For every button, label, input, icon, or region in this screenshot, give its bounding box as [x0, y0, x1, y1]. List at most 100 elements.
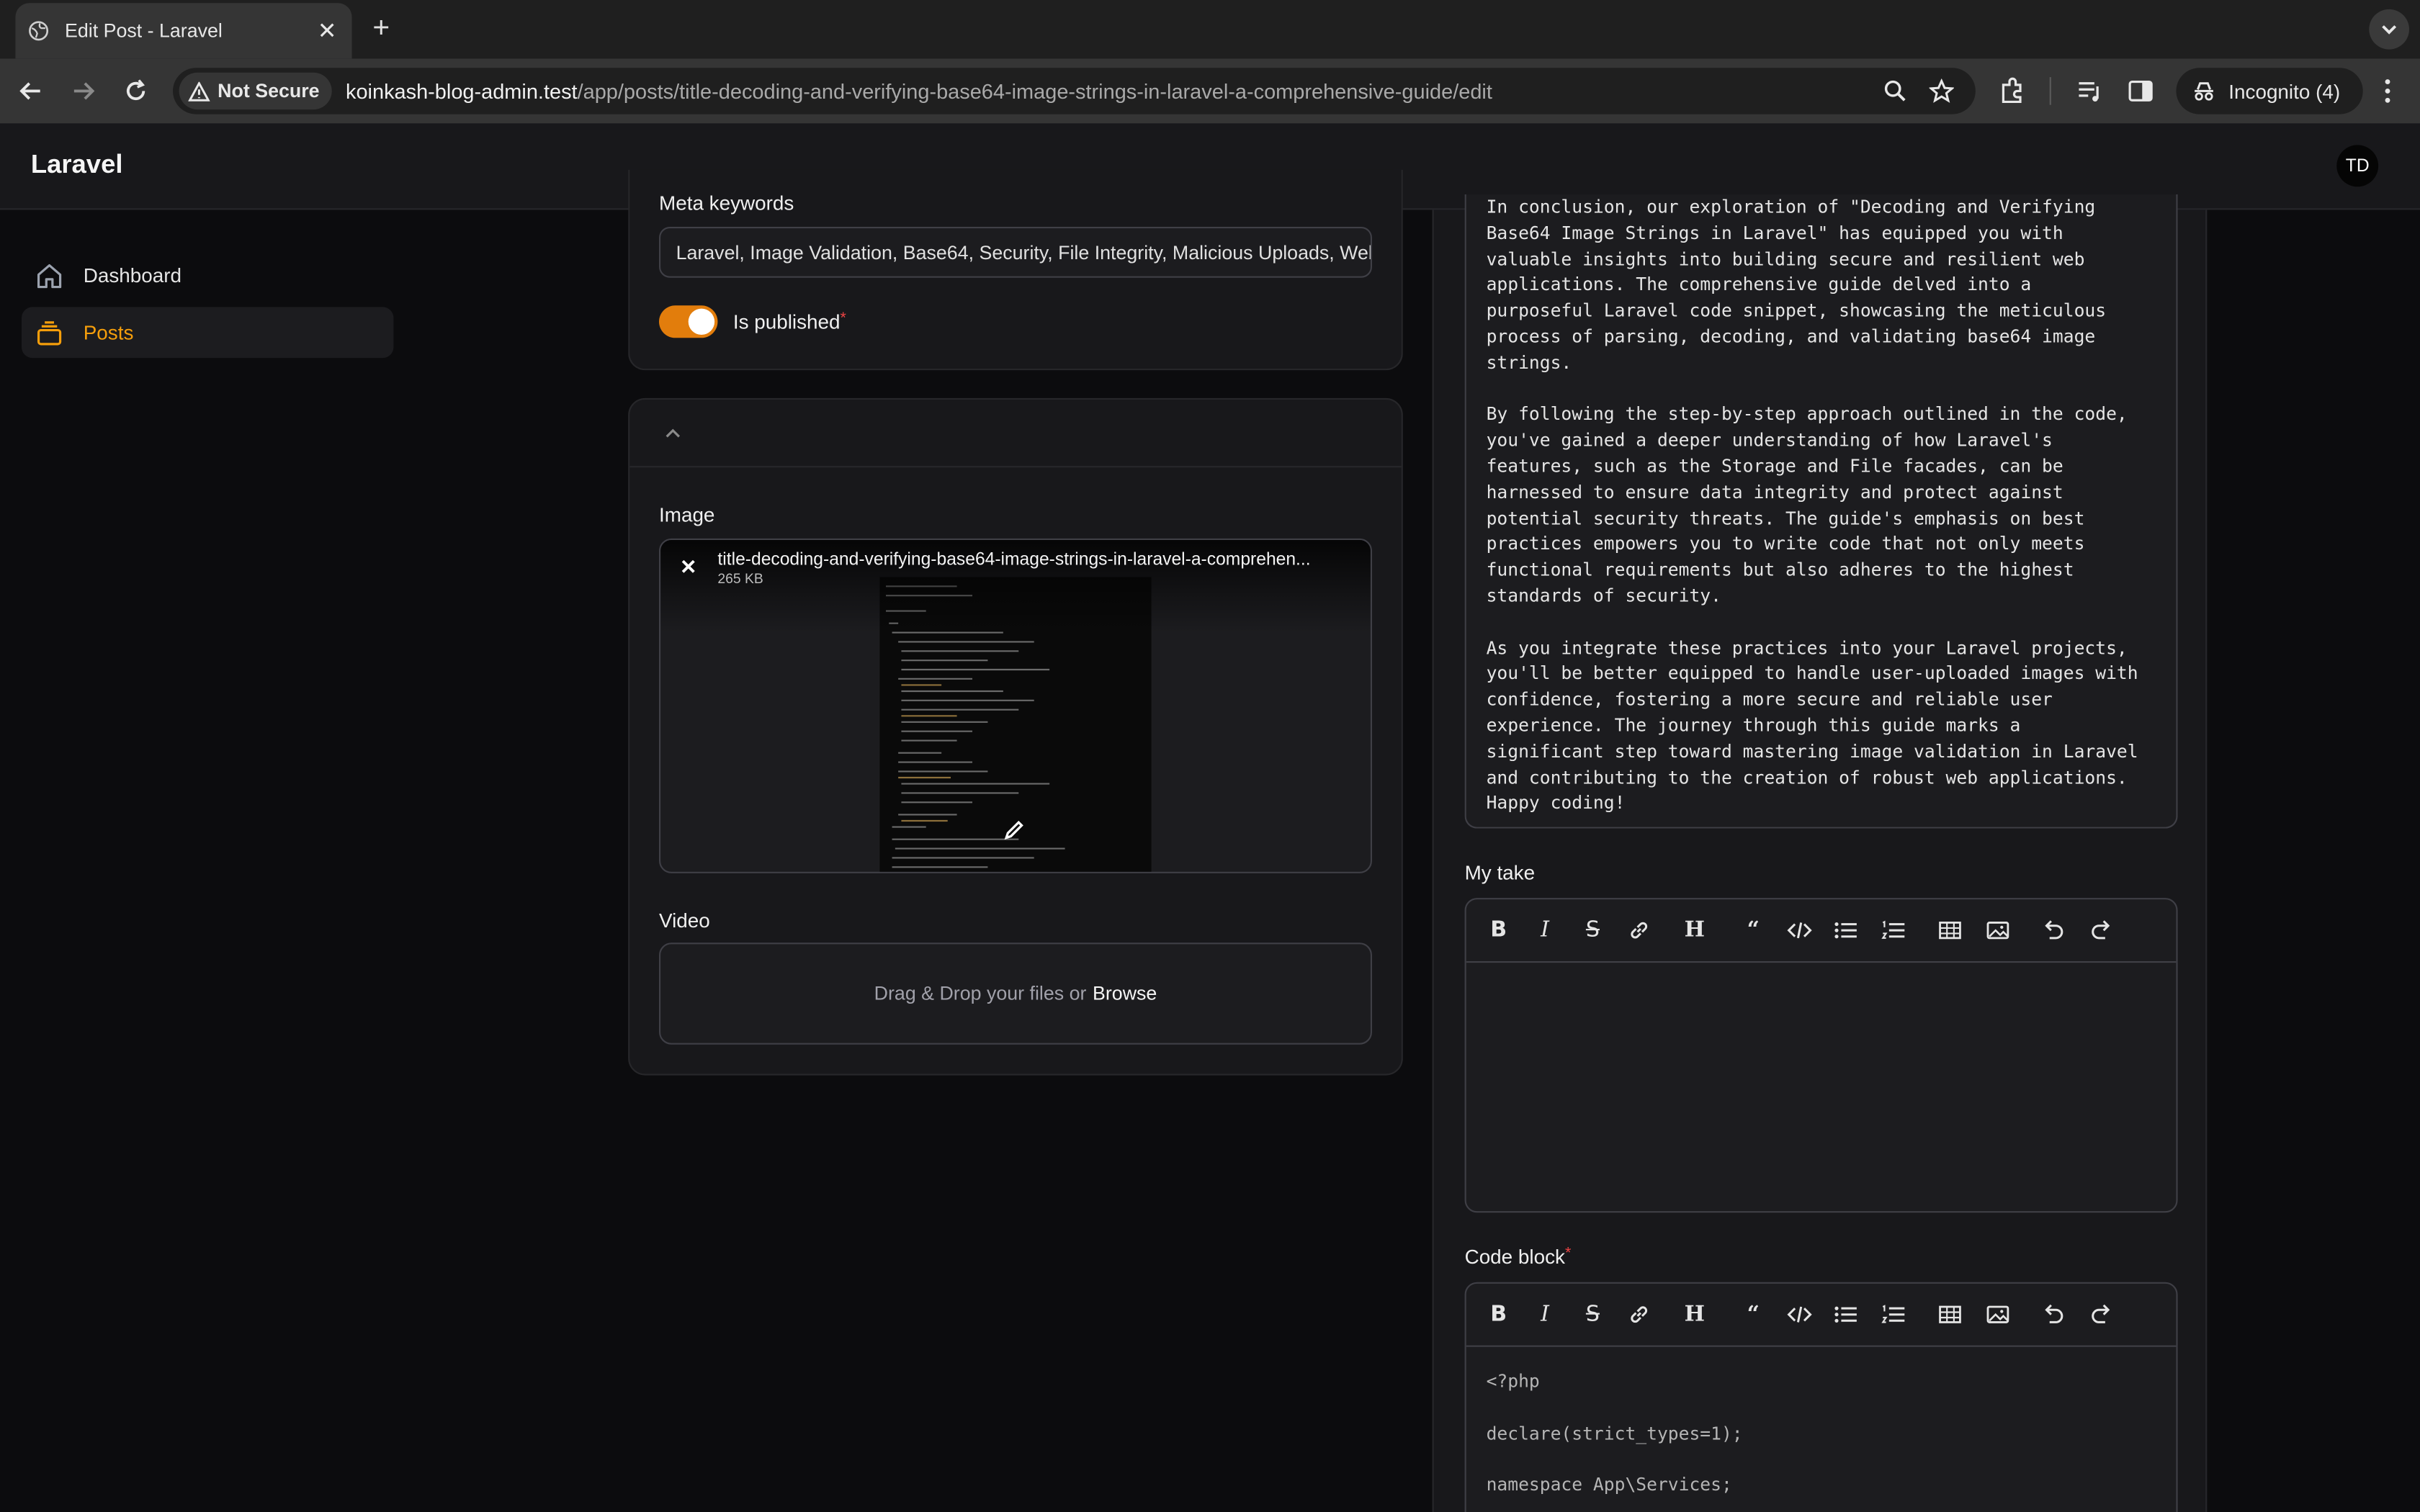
home-icon [37, 263, 62, 288]
italic-icon[interactable]: I [1533, 1302, 1557, 1327]
zoom-icon[interactable] [1883, 78, 1907, 103]
strike-icon[interactable]: S [1580, 1302, 1605, 1327]
reload-icon[interactable] [122, 77, 150, 105]
meta-keywords-label: Meta keywords [659, 191, 794, 215]
meta-card: Meta keywords Laravel, Image Validation,… [628, 169, 1403, 371]
code-block-editor[interactable]: B I S H “ <?php declare(strict_types=1);… [1464, 1282, 2178, 1512]
content-textarea[interactable]: In conclusion, our exploration of "Decod… [1464, 194, 2178, 829]
link-icon[interactable] [1627, 918, 1652, 942]
forward-icon[interactable] [69, 77, 97, 105]
is-published-label: Is published* [733, 310, 846, 333]
meta-keywords-input[interactable]: Laravel, Image Validation, Base64, Secur… [659, 227, 1372, 278]
remove-file-icon[interactable]: ✕ [673, 552, 704, 583]
media-controls-icon[interactable] [2076, 77, 2104, 105]
content-line: strings. [1486, 351, 1572, 374]
incognito-button[interactable]: Incognito (4) [2176, 68, 2363, 114]
bookmark-star-icon[interactable] [1929, 78, 1954, 103]
extensions-icon[interactable] [1999, 77, 2027, 105]
italic-icon[interactable]: I [1533, 918, 1557, 942]
required-marker: * [840, 310, 846, 328]
code-line: <?php [1486, 1369, 1540, 1392]
video-label: Video [659, 909, 710, 932]
heading-icon[interactable]: H [1682, 1302, 1707, 1327]
content-line: Happy coding! [1486, 791, 1626, 814]
content-line: functional requirements but also adheres… [1486, 559, 2074, 581]
browser-tabstrip: Edit Post - Laravel ✕ + [0, 0, 2420, 59]
image-icon[interactable] [1985, 918, 2009, 942]
image-label: Image [659, 503, 715, 526]
sidebar-item-posts[interactable]: Posts [22, 307, 394, 359]
is-published-text: Is published [732, 310, 841, 333]
video-dropzone[interactable]: Drag & Drop your files or Browse [659, 942, 1372, 1045]
content-line: you'll be better equipped to handle user… [1486, 662, 2138, 685]
url-text[interactable]: koinkash-blog-admin.test/app/posts/title… [346, 79, 1492, 102]
code-icon[interactable] [1787, 1302, 1812, 1327]
editor-toolbar: B I S H “ [1466, 1284, 2177, 1347]
image-icon[interactable] [1985, 1302, 2009, 1327]
numbered-list-icon[interactable] [1881, 1302, 1906, 1327]
new-tab-icon[interactable]: + [367, 12, 395, 46]
browse-link[interactable]: Browse [1093, 983, 1157, 1004]
content-line: experience. The journey through this gui… [1486, 714, 2021, 737]
bullet-list-icon[interactable] [1834, 1302, 1858, 1327]
quote-icon[interactable]: “ [1741, 918, 1765, 942]
toolbar-divider [2049, 77, 2051, 105]
strike-icon[interactable]: S [1580, 918, 1605, 942]
back-icon[interactable] [17, 77, 45, 105]
posts-icon [37, 320, 62, 345]
image-upload[interactable]: ✕ title-decoding-and-verifying-base64-im… [659, 538, 1372, 873]
sidebar-item-dashboard[interactable]: Dashboard [22, 250, 393, 301]
tab-search-button[interactable] [2369, 9, 2409, 50]
editor-toolbar: B I S H “ [1466, 899, 2177, 963]
code-icon[interactable] [1787, 918, 1812, 942]
section-header[interactable] [629, 400, 1402, 468]
content-line: In conclusion, our exploration of "Decod… [1486, 196, 2096, 218]
code-content: <?php declare(strict_types=1); namespace… [1487, 1369, 1743, 1498]
undo-icon[interactable] [2040, 1302, 2065, 1327]
media-card: Image ✕ title-decoding-and-verifying-bas… [628, 397, 1403, 1076]
table-icon[interactable] [1937, 1302, 1961, 1327]
my-take-label: My take [1464, 860, 1536, 884]
file-name: title-decoding-and-verifying-base64-imag… [717, 551, 1311, 570]
content-line: applications. The comprehensive guide de… [1486, 274, 2032, 296]
browser-tab[interactable]: Edit Post - Laravel ✕ [15, 3, 352, 59]
incognito-icon [2195, 82, 2213, 101]
sidebar-item-label: Posts [83, 320, 134, 344]
is-published-toggle[interactable] [659, 305, 718, 338]
sidebar-item-label: Dashboard [83, 264, 182, 287]
content-line: Base64 Image Strings in Laravel" has equ… [1486, 222, 2063, 244]
redo-icon[interactable] [2088, 1302, 2112, 1327]
chevron-up-icon[interactable] [663, 426, 682, 441]
content-line: confidence, fostering a more secure and … [1486, 688, 2053, 711]
avatar[interactable]: TD [2336, 145, 2379, 187]
heading-icon[interactable]: H [1682, 918, 1707, 942]
bold-icon[interactable]: B [1487, 1302, 1511, 1327]
my-take-editor[interactable]: B I S H “ [1464, 898, 2178, 1213]
content-line: significant step toward mastering image … [1486, 740, 2138, 762]
table-icon[interactable] [1937, 918, 1961, 942]
code-block-text: Code block [1464, 1245, 1565, 1269]
close-tab-icon[interactable]: ✕ [315, 17, 339, 45]
content-line [1487, 609, 2166, 635]
browser-toolbar: Not Secure koinkash-blog-admin.test/app/… [0, 58, 2420, 124]
bold-icon[interactable]: B [1487, 918, 1511, 942]
undo-icon[interactable] [2040, 918, 2065, 942]
security-chip[interactable]: Not Secure [179, 72, 332, 110]
content-line: process of parsing, decoding, and valida… [1486, 325, 2096, 348]
link-icon[interactable] [1627, 1302, 1652, 1327]
more-menu-icon[interactable] [2378, 77, 2397, 105]
brand-logo[interactable]: Laravel [31, 150, 123, 181]
globe-icon [29, 21, 49, 41]
code-line: declare(strict_types=1); [1486, 1421, 1743, 1444]
edit-image-icon[interactable] [1003, 819, 1025, 841]
bullet-list-icon[interactable] [1834, 918, 1858, 942]
numbered-list-icon[interactable] [1881, 918, 1906, 942]
url-host: koinkash-blog-admin.test [346, 79, 578, 103]
redo-icon[interactable] [2088, 918, 2112, 942]
code-block-label: Code block* [1465, 1245, 1572, 1268]
side-panel-icon[interactable] [2127, 77, 2155, 105]
address-bar[interactable]: Not Secure koinkash-blog-admin.test/app/… [173, 68, 1976, 114]
tab-title: Edit Post - Laravel [65, 19, 223, 42]
quote-icon[interactable]: “ [1741, 1302, 1765, 1327]
